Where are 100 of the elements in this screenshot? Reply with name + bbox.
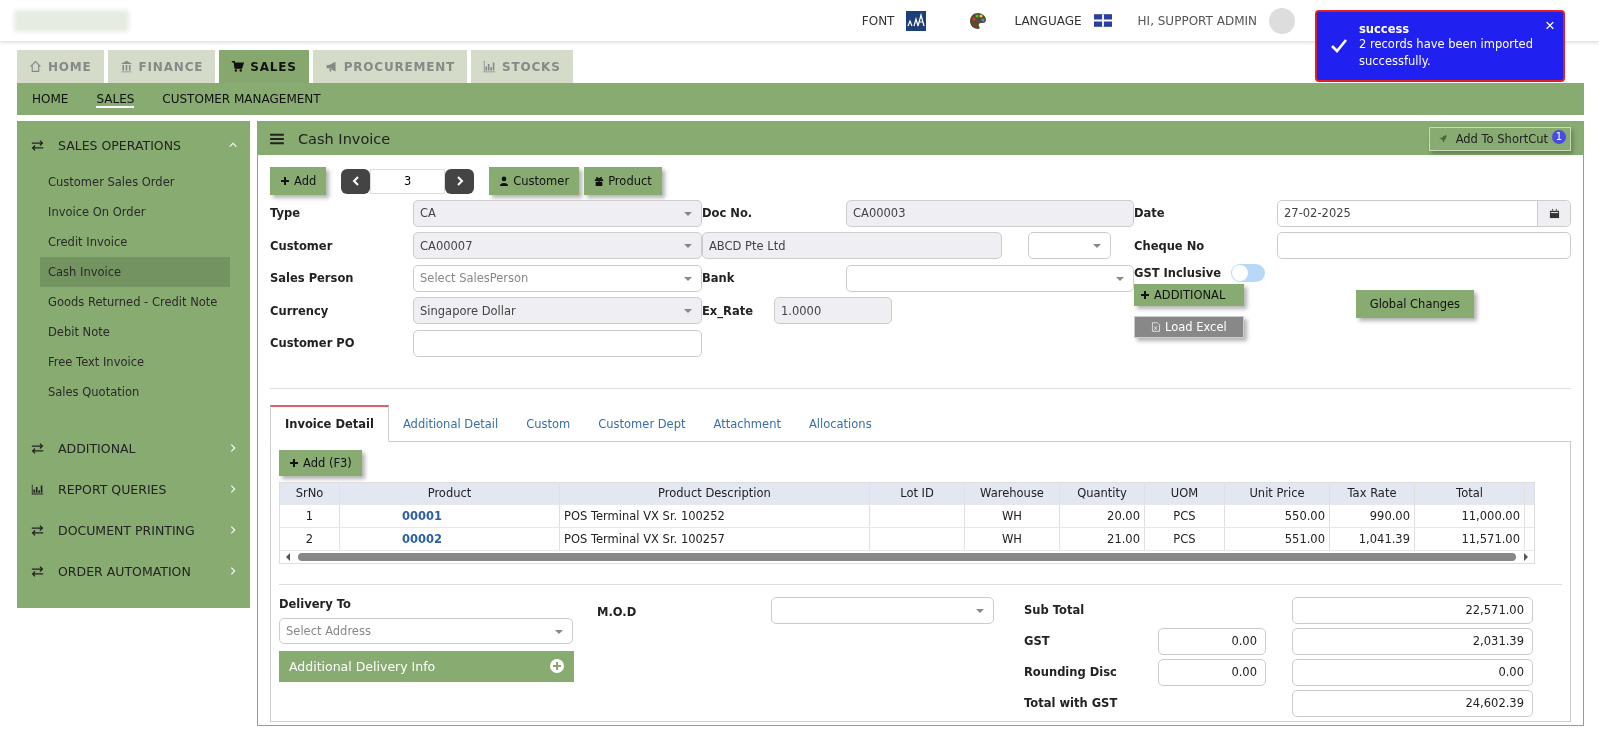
load-excel-button[interactable]: Load Excel — [1134, 316, 1244, 338]
toggle-switch[interactable] — [1231, 264, 1266, 282]
date-field[interactable]: 27-02-2025 — [1277, 199, 1571, 227]
excel-file-icon — [1151, 322, 1161, 332]
table-cell: WH — [965, 527, 1060, 550]
plus-icon — [1140, 290, 1150, 300]
table-cell: PCS — [1145, 504, 1225, 527]
field-label: Sales Person — [270, 271, 355, 286]
language-label[interactable]: LANGUAGE — [1014, 13, 1082, 28]
customer-button[interactable]: Customer — [489, 167, 580, 195]
field-label: Currency — [270, 303, 330, 318]
product-code-link[interactable]: 00001 — [344, 508, 442, 523]
plus-icon — [280, 176, 290, 186]
module-tab[interactable]: SALES — [219, 50, 309, 83]
chevron-left-icon — [350, 176, 361, 186]
sidebar-item[interactable]: Invoice On Order — [17, 197, 230, 227]
user-icon — [499, 176, 510, 186]
sidebar-section-header[interactable]: SALES OPERATIONS — [17, 126, 250, 164]
column-header[interactable]: Unit Price — [1225, 482, 1330, 504]
user-greeting[interactable]: HI, SUPPORT ADMIN — [1137, 13, 1257, 28]
amount-field[interactable]: 24,602.39 — [1292, 689, 1533, 717]
sidebar-section-header[interactable]: DOCUMENT PRINTING — [17, 511, 250, 549]
table-cell: 551.00 — [1225, 527, 1330, 550]
amount-field[interactable]: 0.00 — [1292, 658, 1533, 686]
sidebar-section-header[interactable]: ORDER AUTOMATION — [17, 552, 250, 590]
detail-tab[interactable]: Customer Dept — [584, 406, 700, 441]
caret-icon — [1116, 276, 1124, 281]
table-cell: 1 — [280, 504, 340, 527]
previous-button[interactable] — [341, 168, 371, 194]
amount-field[interactable]: 22,571.00 — [1292, 596, 1533, 624]
sidebar-item[interactable]: Customer Sales Order — [17, 167, 230, 197]
table-cell: 11,000.00 — [1415, 504, 1525, 527]
field-label: Doc No. — [702, 206, 754, 221]
sidebar-item[interactable]: Debit Note — [17, 317, 230, 347]
column-header[interactable]: UOM — [1145, 482, 1225, 504]
field-label: Customer PO — [270, 336, 356, 351]
field-label: GST Inclusive — [1134, 266, 1222, 280]
scroll-left-icon[interactable] — [284, 551, 292, 562]
global-changes-button[interactable]: Global Changes — [1355, 290, 1475, 318]
select-field[interactable] — [846, 264, 1134, 292]
column-header[interactable]: Total — [1415, 482, 1525, 504]
detail-tab[interactable]: Allocations — [794, 406, 886, 441]
sidebar-item[interactable]: Sales Quotation — [17, 377, 230, 407]
close-button[interactable]: × — [1541, 14, 1559, 38]
menu-icon[interactable] — [270, 132, 284, 145]
plus-icon — [289, 457, 299, 468]
add-button[interactable]: Add — [270, 167, 327, 195]
select-field[interactable] — [1028, 232, 1111, 260]
rocket-icon — [1437, 133, 1448, 144]
sidebar-item[interactable]: Cash Invoice — [40, 257, 230, 287]
sidebar-item[interactable]: Credit Invoice — [17, 227, 230, 257]
field-label: Ex_Rate — [702, 303, 754, 318]
calendar-button[interactable] — [1537, 200, 1570, 226]
amount-field[interactable]: 2,031.39 — [1292, 627, 1533, 655]
input-field[interactable] — [1277, 232, 1571, 260]
table-cell: POS Terminal VX Sr. 100257 — [560, 527, 870, 550]
bar-chart-icon — [483, 60, 497, 73]
detail-tab[interactable]: Invoice Detail — [270, 404, 389, 442]
palette-icon[interactable] — [968, 10, 989, 31]
column-header[interactable]: Warehouse — [965, 482, 1060, 504]
sub-navigation-link[interactable]: CUSTOMER MANAGEMENT — [162, 92, 321, 106]
column-header[interactable]: Quantity — [1060, 482, 1145, 504]
scroll-right-icon[interactable] — [1522, 551, 1530, 562]
total-label: GST — [1024, 634, 1051, 648]
add-to-shortcut-button[interactable]: Add To ShortCut 1 — [1428, 126, 1571, 151]
sub-navigation-link[interactable]: HOME — [32, 92, 69, 106]
detail-tab[interactable]: Custom — [512, 406, 585, 441]
record-number-field[interactable]: 3 — [370, 168, 446, 194]
flag-icon[interactable] — [1093, 14, 1112, 27]
column-header[interactable]: Lot ID — [870, 482, 965, 504]
total-label: Rounding Disc — [1024, 665, 1118, 679]
select-field[interactable] — [771, 596, 994, 624]
input-field[interactable] — [413, 329, 702, 357]
detail-tab[interactable]: Attachment — [699, 406, 795, 441]
column-header[interactable]: Product — [340, 482, 560, 504]
product-code-link[interactable]: 00002 — [344, 531, 442, 546]
additional-button[interactable]: ADDITIONAL — [1134, 284, 1244, 306]
sidebar-section-header[interactable]: REPORT QUERIES — [17, 470, 250, 508]
sub-navigation-link[interactable]: SALES — [96, 90, 135, 108]
sidebar-item[interactable]: Free Text Invoice — [17, 347, 230, 377]
product-button[interactable]: Product — [584, 167, 662, 195]
select-field[interactable]: Select SalesPerson — [413, 264, 702, 292]
chevron-right-icon — [228, 566, 238, 576]
count-badge: 1 — [1552, 129, 1566, 144]
detail-tab[interactable]: Additional Detail — [388, 406, 513, 441]
column-header[interactable]: Tax Rate — [1330, 482, 1415, 504]
amount-field[interactable]: 0.00 — [1158, 627, 1266, 655]
cart-icon — [231, 60, 245, 73]
font-size-icon[interactable] — [906, 10, 927, 31]
sidebar-item[interactable]: Goods Returned - Credit Note — [17, 287, 230, 317]
sidebar-section-header[interactable]: ADDITIONAL — [17, 429, 250, 467]
exchange-icon — [31, 523, 44, 537]
table-cell: 21.00 — [1060, 527, 1145, 550]
column-header[interactable]: Product Description — [560, 482, 870, 504]
select-field[interactable]: Select Address — [279, 617, 573, 644]
add-row-button[interactable]: Add (F3) — [279, 449, 362, 476]
next-button[interactable] — [445, 168, 475, 194]
amount-field[interactable]: 0.00 — [1158, 658, 1266, 686]
column-header[interactable]: SrNo — [280, 482, 340, 504]
bar-chart-icon — [31, 482, 44, 496]
